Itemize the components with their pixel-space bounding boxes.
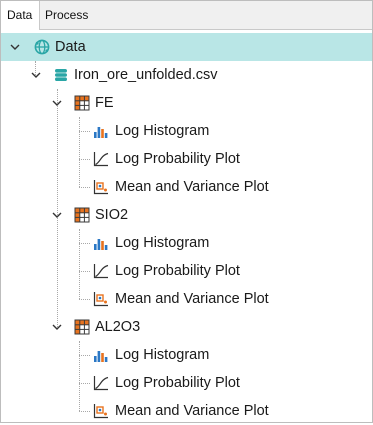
table-grid-icon	[74, 95, 90, 111]
tree-node-label: Log Histogram	[115, 347, 210, 363]
chevron-down-icon[interactable]	[52, 322, 62, 332]
table-grid-icon	[74, 319, 90, 335]
tree-node-log-probability-plot[interactable]: Log Probability Plot	[1, 369, 372, 397]
tree-node-label: Data	[55, 39, 86, 55]
tree-node-label: Log Histogram	[115, 235, 210, 251]
mean-variance-plot-icon	[93, 404, 108, 419]
tree-node-log-histogram[interactable]: Log Histogram	[1, 117, 372, 145]
tree-node-variable-fe[interactable]: FE	[1, 89, 372, 117]
tree-node-file[interactable]: Iron_ore_unfolded.csv	[1, 61, 372, 89]
tree-node-label: Mean and Variance Plot	[115, 403, 269, 419]
tree-node-variable-al2o3[interactable]: AL2O3	[1, 313, 372, 341]
probability-plot-icon	[93, 264, 109, 279]
chevron-down-icon[interactable]	[31, 70, 41, 80]
mean-variance-plot-icon	[93, 292, 108, 307]
tab-process[interactable]: Process	[45, 1, 95, 29]
tree-node-log-histogram[interactable]: Log Histogram	[1, 341, 372, 369]
histogram-icon	[94, 239, 108, 250]
tree-node-data-root[interactable]: Data	[1, 33, 372, 61]
tree-node-label: Iron_ore_unfolded.csv	[74, 67, 218, 83]
tree-node-label: AL2O3	[95, 319, 141, 335]
tree-node-log-probability-plot[interactable]: Log Probability Plot	[1, 257, 372, 285]
data-tree[interactable]: Data Iron_ore_unfolded.csv FE Log Histog…	[1, 29, 372, 422]
tree-node-log-histogram[interactable]: Log Histogram	[1, 229, 372, 257]
tree-node-label: Log Probability Plot	[115, 151, 240, 167]
tree-node-label: Log Probability Plot	[115, 375, 240, 391]
tree-node-label: Mean and Variance Plot	[115, 179, 269, 195]
tree-node-variable-sio2[interactable]: SIO2	[1, 201, 372, 229]
histogram-icon	[94, 351, 108, 362]
histogram-icon	[94, 127, 108, 138]
table-grid-icon	[74, 207, 90, 223]
panel-frame: Data Process Data Iron_ore_unfolded.csv …	[0, 0, 373, 423]
database-icon	[55, 69, 67, 81]
probability-plot-icon	[93, 376, 109, 391]
tree-node-label: Log Probability Plot	[115, 263, 240, 279]
tree-node-label: FE	[95, 95, 114, 111]
tab-bar: Data Process	[1, 1, 372, 30]
tree-node-log-probability-plot[interactable]: Log Probability Plot	[1, 145, 372, 173]
mean-variance-plot-icon	[93, 180, 108, 195]
tree-node-label: Mean and Variance Plot	[115, 291, 269, 307]
tree-node-label: Log Histogram	[115, 123, 210, 139]
chevron-down-icon[interactable]	[52, 98, 62, 108]
tree-node-mean-variance-plot[interactable]: Mean and Variance Plot	[1, 285, 372, 313]
tree-node-label: SIO2	[95, 207, 129, 223]
tree-node-mean-variance-plot[interactable]: Mean and Variance Plot	[1, 397, 372, 425]
chevron-down-icon[interactable]	[52, 210, 62, 220]
chevron-down-icon[interactable]	[10, 42, 20, 52]
globe-data-icon	[34, 39, 50, 55]
tab-data[interactable]: Data	[1, 1, 40, 30]
tree-node-mean-variance-plot[interactable]: Mean and Variance Plot	[1, 173, 372, 201]
probability-plot-icon	[93, 152, 109, 167]
